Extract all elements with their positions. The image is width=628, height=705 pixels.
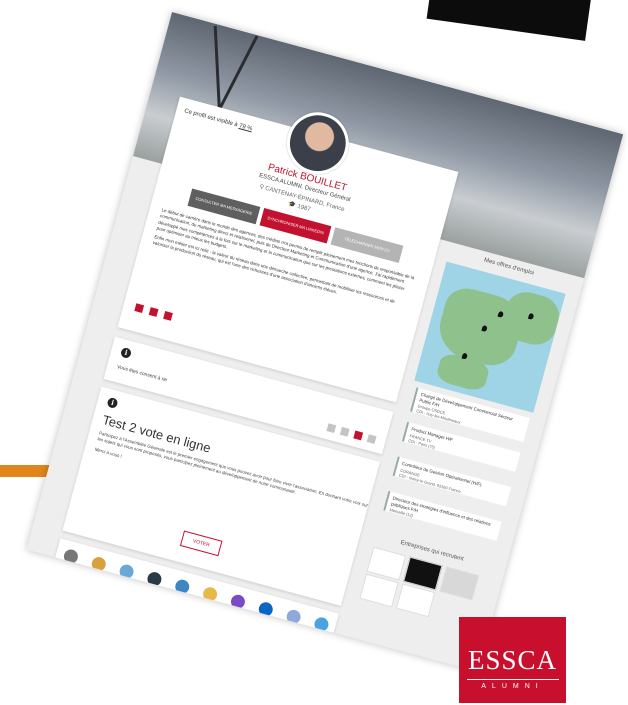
- app-icon: [61, 547, 79, 565]
- app-shortcut[interactable]: Cotisant: [83, 554, 111, 579]
- app-shortcut[interactable]: Conseiller: [195, 584, 223, 609]
- app-label: Cotisant: [88, 570, 103, 579]
- app-label: Compétence: [141, 585, 162, 595]
- app-icon: [284, 608, 302, 626]
- app-label: Expert: [229, 608, 240, 616]
- app-shortcut[interactable]: Entrepreneur: [111, 562, 139, 587]
- app-icon: [256, 600, 274, 618]
- location-icon[interactable]: [163, 311, 173, 321]
- building-icon[interactable]: [439, 566, 479, 601]
- black-corner-decoration: [426, 0, 594, 41]
- essca-alumni-logo: ESSCA ALUMNI: [459, 617, 566, 703]
- app-icon: [173, 577, 191, 596]
- app-shortcut[interactable]: Membre: [56, 547, 84, 572]
- app-label: LinkedIn: [255, 616, 270, 624]
- app-shortcut[interactable]: Facebook: [278, 607, 306, 632]
- app-shortcut[interactable]: LinkedIn: [250, 599, 278, 624]
- info-icon: i: [106, 396, 119, 409]
- app-label: Pro: [175, 594, 183, 600]
- info-icon: i: [119, 346, 133, 360]
- app-icon: [89, 555, 107, 573]
- app-shortcut[interactable]: Compétence: [139, 569, 167, 594]
- vote-button[interactable]: VOTER: [179, 530, 223, 557]
- app-icon: [145, 570, 163, 588]
- vote-description: Participez à l'Assemblée Générale est le…: [97, 430, 369, 508]
- vote-thanks: Merci à vous !: [94, 446, 123, 459]
- app-label: Conseiller: [198, 600, 215, 609]
- instagram-icon[interactable]: [366, 434, 377, 444]
- app-label: Facebook: [282, 623, 299, 632]
- app-label: Entrepreneur: [112, 577, 134, 587]
- visibility-link[interactable]: 79 %: [238, 123, 253, 132]
- edit-icon[interactable]: [148, 307, 159, 317]
- social-links: [326, 423, 377, 444]
- visibility-prefix: Ce profil est visible à: [183, 108, 239, 129]
- facebook-icon[interactable]: [326, 423, 337, 434]
- app-icon: [117, 562, 135, 580]
- email-icon[interactable]: [134, 303, 145, 313]
- app-icon: [201, 585, 219, 603]
- linkedin-icon[interactable]: [353, 430, 364, 441]
- app-shortcut[interactable]: Twitter: [306, 614, 334, 639]
- twitter-icon[interactable]: [339, 426, 350, 437]
- hero-structure: [213, 25, 222, 116]
- app-shortcut[interactable]: Expert: [223, 592, 251, 617]
- app-shortcut[interactable]: Pro: [167, 577, 195, 602]
- jobs-map[interactable]: [414, 261, 566, 413]
- consent-text: Vous êtes consent à rie: [116, 364, 168, 384]
- hero-structure: [214, 35, 259, 117]
- screenshot-page: Ce profil est visible à 79 % Patrick BOU…: [26, 12, 624, 672]
- logo-sub-text: ALUMNI: [481, 683, 544, 690]
- app-label: Membre: [60, 563, 75, 571]
- contact-icons: [134, 303, 173, 321]
- app-icon: [228, 593, 246, 611]
- app-label: Twitter: [312, 631, 324, 639]
- app-icon: [312, 615, 330, 633]
- logo-main-text: ESSCA: [467, 645, 558, 675]
- logo-divider: [466, 679, 559, 680]
